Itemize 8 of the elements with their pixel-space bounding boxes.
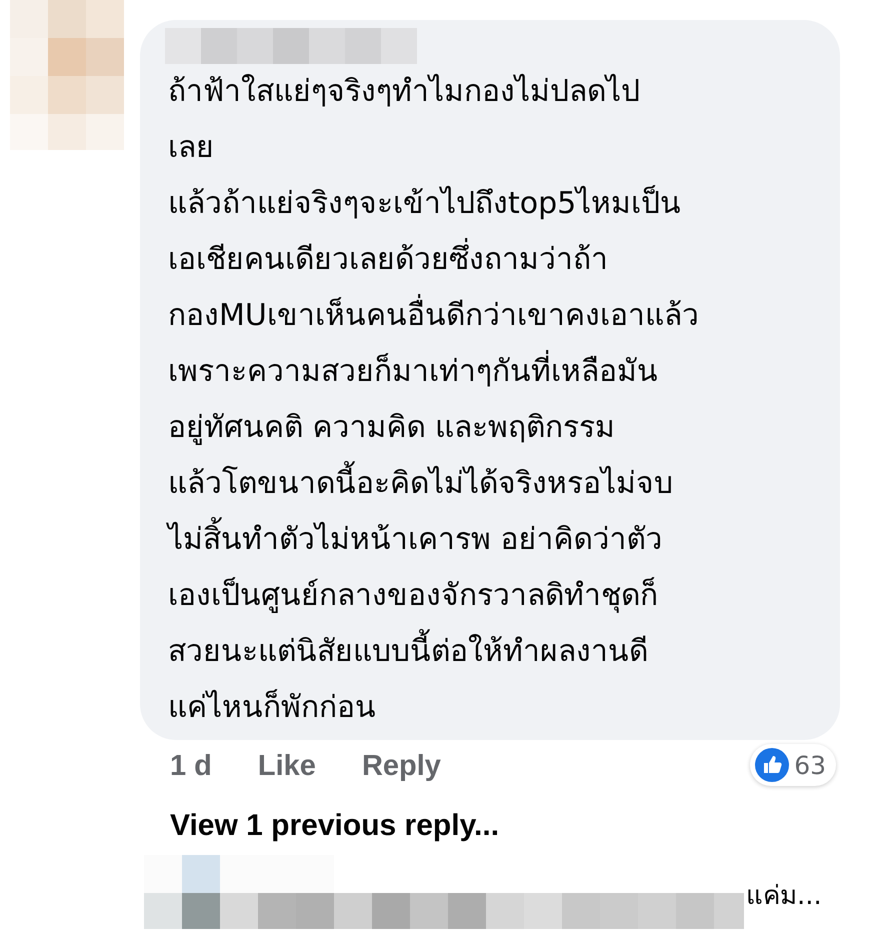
reaction-badge[interactable]: 63 <box>750 744 836 786</box>
reply-preview-text: แค่ม... <box>746 880 822 913</box>
comment-action-link[interactable]: Like <box>258 750 316 783</box>
comment-time: 1 d <box>170 750 212 783</box>
comment-text: ถ้าฟ้าใสแย่ๆจริงๆทำไมกองไม่ปลดไป เลย แล้วถ้าแย่จริงๆจะเข้าไปถึงtop5ไหมเป็น เอเชียคนเดียวเลยด้วยซึ่งถามว่าถ้า กองMUเขาเห็นคนอื่นดีกว่าเขาคงเอาแล้ว เพราะความสวยก็มาเท่าๆกันที่เหลือมัน อยู่ทัศนคติ ความคิด และพฤติกรรม แล้วโตขนาดนี้อะคิดไม่ได้จริงหรอไม่จบ ไม่สิ้นทำตัวไม่หน้าเคารพ อย่าคิดว่าตัว เองเป็นศูนย์กลางของจักรวาลดิทำชุดก็ สวยนะแต่นิสัยแบบนี้ต่อให้ทำผลงานดี แค่ไหนก็พักก่อน <box>168 72 700 727</box>
comment-action-link[interactable]: Reply <box>362 750 441 783</box>
thumbs-up-icon <box>755 748 790 782</box>
view-previous-replies-link[interactable]: View 1 previous reply... <box>170 809 840 843</box>
